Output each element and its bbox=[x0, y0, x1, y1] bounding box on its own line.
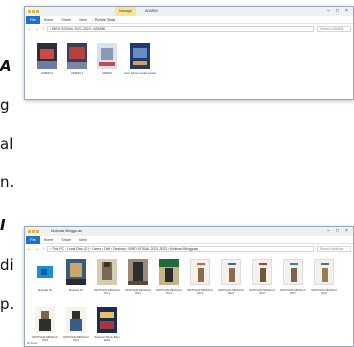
doc-text-line: I bbox=[0, 216, 6, 234]
doc-text-line: g bbox=[0, 96, 10, 114]
image-thumbnail-icon bbox=[283, 259, 303, 285]
quick-access-toolbar[interactable] bbox=[28, 229, 42, 234]
nav-buttons[interactable]: ← → ↑ bbox=[27, 26, 47, 31]
address-row: ← → ↑ › BIRO SOSIAL 2021-2023 › ADMINI S… bbox=[25, 24, 353, 33]
search-input[interactable]: Search ADMINI bbox=[317, 25, 351, 32]
image-thumbnail-icon bbox=[314, 259, 334, 285]
file-tile[interactable]: MOTIVASI MINGGU INI 4 bbox=[186, 259, 214, 299]
file-tile[interactable]: MOTIVASI MINGGU INI 1 bbox=[93, 259, 121, 299]
title-bar[interactable]: Motivasi Minggu-an – □ × bbox=[25, 227, 353, 236]
tab-file[interactable]: File bbox=[26, 235, 40, 244]
address-bar[interactable]: › This PC › Local Disk (C:) › Users › De… bbox=[47, 245, 314, 252]
doc-text-line: n. bbox=[0, 173, 15, 191]
image-thumbnail-icon bbox=[97, 307, 117, 333]
address-row: ← → ↑ › This PC › Local Disk (C:) › User… bbox=[25, 244, 353, 253]
search-input[interactable]: Search Motivas bbox=[317, 245, 351, 252]
image-thumbnail-icon bbox=[66, 307, 86, 333]
maximize-button[interactable]: □ bbox=[333, 7, 342, 16]
image-thumbnail-icon bbox=[128, 259, 148, 285]
status-bar: 20 items bbox=[27, 341, 38, 345]
minimize-button[interactable]: – bbox=[324, 227, 333, 236]
minimize-button[interactable]: – bbox=[324, 7, 333, 16]
tab-share[interactable]: Share bbox=[57, 18, 75, 22]
file-name: zuzu Admin media massa bbox=[124, 71, 156, 75]
maximize-button[interactable]: □ bbox=[333, 227, 342, 236]
file-name: Motivasi 10 bbox=[37, 288, 53, 292]
doc-text-line: al bbox=[0, 135, 14, 153]
close-button[interactable]: × bbox=[342, 7, 351, 16]
file-tile[interactable]: MOTIVASI MINGGU INI 2 bbox=[124, 259, 152, 299]
image-thumbnail-icon bbox=[97, 43, 117, 69]
background-document: A g al n. I di p. bbox=[0, 0, 24, 347]
file-tile[interactable]: ADMINI 2 bbox=[33, 43, 61, 83]
image-thumbnail-icon bbox=[252, 259, 272, 285]
tab-view[interactable]: View bbox=[75, 18, 91, 22]
ribbon-tabs: File Home Share View bbox=[25, 235, 353, 244]
tab-picture-tools[interactable]: Picture Tools bbox=[90, 17, 120, 22]
file-name: MOTIVASI MINGGU INI 3 bbox=[156, 288, 182, 295]
file-name: ADMINI 2 bbox=[40, 71, 54, 75]
window-controls: – □ × bbox=[324, 7, 351, 16]
window-title: Motivasi Minggu-an bbox=[51, 229, 83, 233]
image-thumbnail-icon bbox=[130, 43, 150, 69]
ribbon-context-tab-manage[interactable]: Manage bbox=[115, 7, 136, 16]
file-name: MOTIVASI MINGGU INI 1 bbox=[94, 288, 120, 295]
file-tile[interactable]: ADMINI 1 bbox=[63, 43, 91, 83]
image-thumbnail-icon bbox=[221, 259, 241, 285]
file-pane: ADMINI 2 ADMINI 1 ADMINI zuzu Admin medi… bbox=[25, 33, 353, 99]
doc-text-line: di bbox=[0, 256, 14, 274]
file-tile[interactable]: Motivasi 10 bbox=[31, 259, 59, 299]
image-thumbnail-icon bbox=[159, 259, 179, 285]
image-thumbnail-icon bbox=[35, 259, 55, 285]
file-tile[interactable]: Motivasi 12 bbox=[62, 259, 90, 299]
quick-access-toolbar[interactable] bbox=[28, 9, 42, 14]
tab-home[interactable]: Home bbox=[40, 238, 58, 242]
tab-view[interactable]: View bbox=[75, 238, 91, 242]
title-bar[interactable]: Manage ADMINI – □ × bbox=[25, 7, 353, 16]
tab-file[interactable]: File bbox=[26, 15, 40, 24]
explorer-window-admini: Manage ADMINI – □ × File Home Share View P… bbox=[24, 6, 354, 100]
close-button[interactable]: × bbox=[342, 227, 351, 236]
image-thumbnail-icon bbox=[67, 43, 87, 69]
file-tile[interactable]: ADMINI bbox=[93, 43, 121, 83]
file-pane: Motivasi 10 Motivasi 12 MOTIVASI MINGGU … bbox=[25, 253, 353, 346]
doc-text-line: A bbox=[0, 57, 12, 75]
image-thumbnail-icon bbox=[37, 43, 57, 69]
image-thumbnail-icon bbox=[66, 259, 86, 285]
nav-buttons[interactable]: ← → ↑ bbox=[27, 246, 47, 251]
file-name: MOTIVASI MINGGU INI 5 bbox=[218, 288, 244, 295]
file-name: Motivasi 12 bbox=[68, 288, 84, 292]
file-tile[interactable]: zuzu Admin media massa bbox=[123, 43, 157, 87]
image-thumbnail-icon bbox=[97, 259, 117, 285]
file-tile[interactable]: MOTIVASI MINGGU INI 6 bbox=[248, 259, 276, 299]
file-tile[interactable]: MOTIVASI MINGGU INI 7 bbox=[279, 259, 307, 299]
address-bar[interactable]: › BIRO SOSIAL 2021-2023 › ADMINI bbox=[47, 25, 314, 32]
file-name: MOTIVASI MINGGU INI 8 bbox=[311, 288, 337, 295]
file-tile[interactable]: MOTIVASI MINGGU INI 5 bbox=[217, 259, 245, 299]
window-title: ADMINI bbox=[145, 9, 158, 13]
tab-home[interactable]: Home bbox=[40, 18, 58, 22]
doc-text-line: p. bbox=[0, 295, 15, 313]
window-controls: – □ × bbox=[324, 227, 351, 236]
image-thumbnail-icon bbox=[190, 259, 210, 285]
image-thumbnail-icon bbox=[35, 307, 55, 333]
file-tile[interactable]: MOTIVASI MINGGU INI 8 bbox=[310, 259, 338, 299]
tab-share[interactable]: Share bbox=[57, 238, 75, 242]
file-name: MOTIVASI MINGGU INI 7 bbox=[280, 288, 306, 295]
file-name: MOTIVASI MINGGU INI 2 bbox=[125, 288, 151, 295]
file-name: ADMINI bbox=[102, 71, 112, 75]
file-name: MOTIVASI MINGGU INI 4 bbox=[187, 288, 213, 295]
file-name: ADMINI 1 bbox=[70, 71, 84, 75]
explorer-window-motivasi: Motivasi Minggu-an – □ × File Home Share V… bbox=[24, 226, 354, 347]
ribbon-tabs: File Home Share View Picture Tools bbox=[25, 15, 353, 24]
file-tile[interactable]: MOTIVASI MINGGU INI 3 bbox=[155, 259, 183, 299]
file-name: MOTIVASI MINGGU INI 6 bbox=[249, 288, 275, 295]
